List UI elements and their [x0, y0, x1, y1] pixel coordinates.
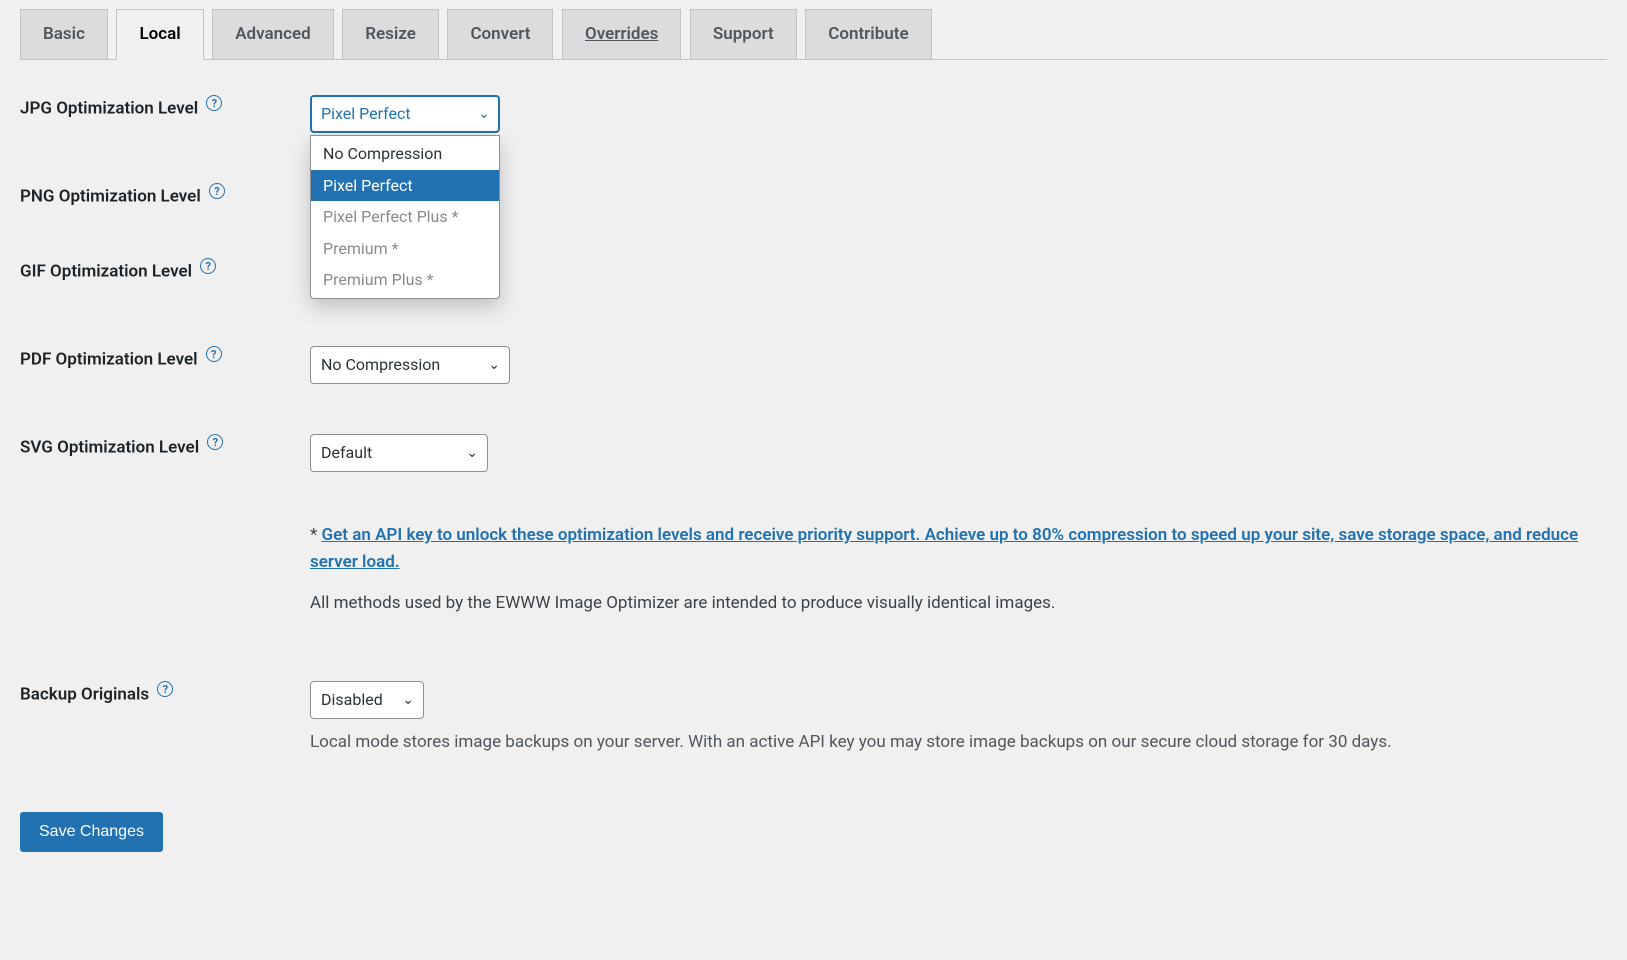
- tab-basic[interactable]: Basic: [20, 9, 108, 59]
- backup-select[interactable]: Disabled: [310, 681, 424, 719]
- note-prefix: *: [310, 525, 322, 545]
- api-key-link[interactable]: Get an API key to unlock these optimizat…: [310, 525, 1578, 572]
- svg-level-select[interactable]: Default: [310, 434, 488, 472]
- tab-contribute[interactable]: Contribute: [805, 9, 931, 59]
- tab-bar: Basic Local Advanced Resize Convert Over…: [20, 0, 1607, 60]
- option-pixel-perfect-plus[interactable]: Pixel Perfect Plus *: [311, 201, 499, 233]
- tab-convert[interactable]: Convert: [447, 9, 553, 59]
- tab-support[interactable]: Support: [690, 9, 797, 59]
- help-icon[interactable]: ?: [207, 434, 223, 450]
- option-no-compression[interactable]: No Compression: [311, 138, 499, 170]
- jpg-level-label: JPG Optimization Level: [20, 99, 198, 119]
- jpg-level-select[interactable]: Pixel Perfect: [310, 95, 500, 133]
- pdf-level-label: PDF Optimization Level: [20, 349, 198, 369]
- option-premium[interactable]: Premium *: [311, 233, 499, 265]
- help-icon[interactable]: ?: [209, 183, 225, 199]
- tab-resize[interactable]: Resize: [342, 9, 439, 59]
- help-icon[interactable]: ?: [206, 346, 222, 362]
- backup-label: Backup Originals: [20, 685, 149, 705]
- tab-local[interactable]: Local: [116, 9, 203, 60]
- tab-overrides[interactable]: Overrides: [562, 9, 681, 59]
- methods-note: All methods used by the EWWW Image Optim…: [310, 590, 1597, 617]
- svg-level-label: SVG Optimization Level: [20, 437, 199, 457]
- help-icon[interactable]: ?: [200, 258, 216, 274]
- help-icon[interactable]: ?: [157, 681, 173, 697]
- jpg-level-options: No Compression Pixel Perfect Pixel Perfe…: [310, 135, 500, 299]
- option-premium-plus[interactable]: Premium Plus *: [311, 264, 499, 296]
- pdf-level-select[interactable]: No Compression: [310, 346, 510, 384]
- gif-level-label: GIF Optimization Level: [20, 261, 192, 281]
- option-pixel-perfect[interactable]: Pixel Perfect: [311, 170, 499, 202]
- tab-advanced[interactable]: Advanced: [212, 9, 334, 59]
- save-button[interactable]: Save Changes: [20, 812, 163, 852]
- backup-description: Local mode stores image backups on your …: [310, 729, 1597, 756]
- png-level-label: PNG Optimization Level: [20, 187, 201, 207]
- help-icon[interactable]: ?: [206, 95, 222, 111]
